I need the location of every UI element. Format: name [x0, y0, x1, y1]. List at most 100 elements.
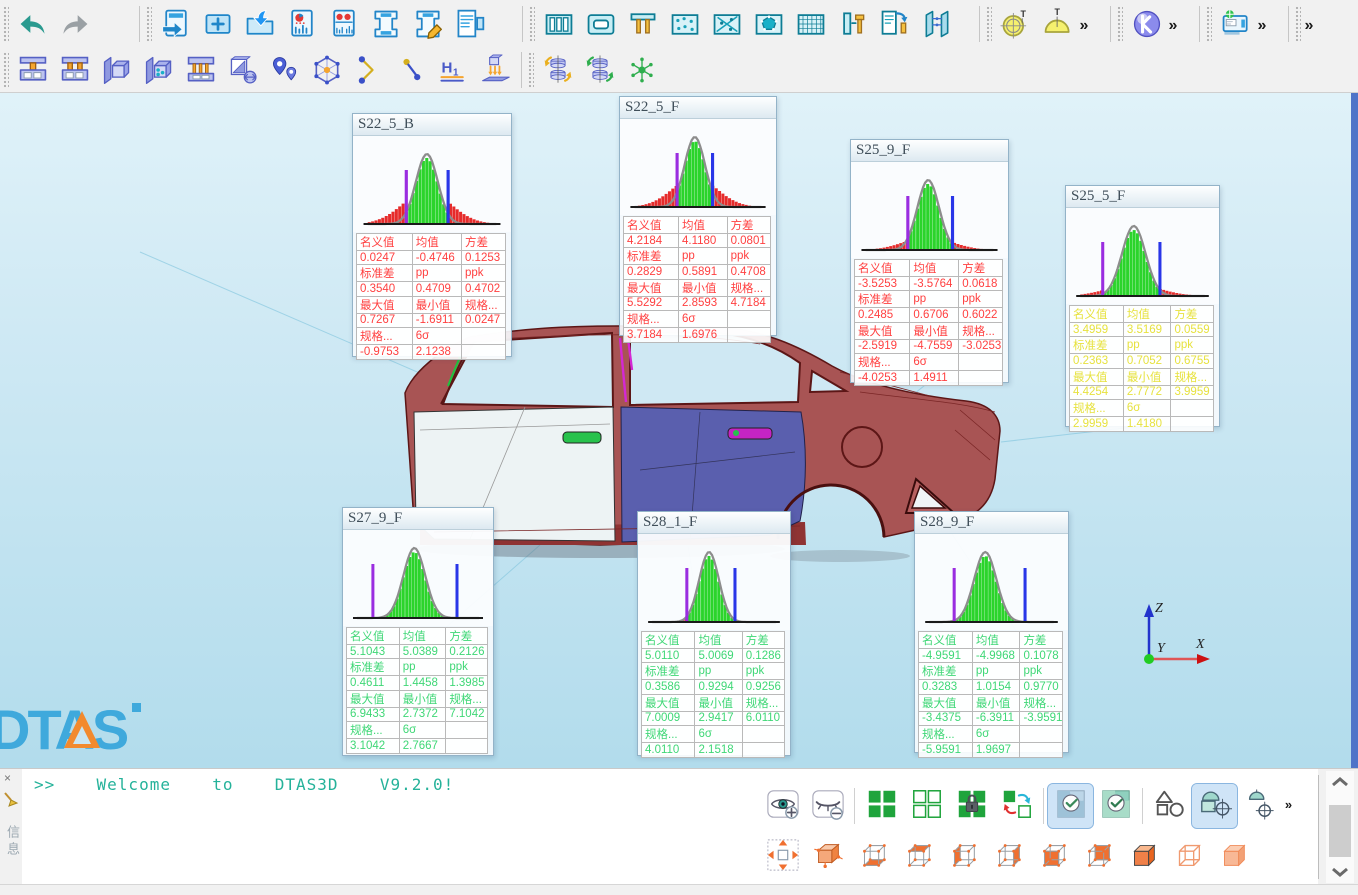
report-compare-button[interactable]: [323, 4, 365, 44]
clamp-single-button[interactable]: [12, 50, 54, 90]
rivet-button[interactable]: [832, 4, 874, 44]
viewport-right-strip[interactable]: [1351, 93, 1358, 768]
quad-green-button[interactable]: [859, 784, 904, 828]
more-button[interactable]: »: [1079, 4, 1105, 44]
cube-shaded-button[interactable]: [1210, 835, 1255, 879]
cube-dice-button[interactable]: [138, 50, 180, 90]
scroll-down-icon[interactable]: [1330, 865, 1350, 879]
more-button[interactable]: »: [1304, 4, 1330, 44]
cyl-rotate-green-button[interactable]: [579, 50, 621, 90]
toolbar-grip[interactable]: [146, 6, 152, 42]
instrument-button[interactable]: [1215, 4, 1257, 44]
cube-front-button[interactable]: [1030, 835, 1075, 879]
dome-target-button[interactable]: [1237, 784, 1282, 828]
quad-lock-button[interactable]: [949, 784, 994, 828]
polygon-face-button[interactable]: [748, 4, 790, 44]
undo-button[interactable]: [12, 4, 54, 44]
cube-iso-button[interactable]: [805, 835, 850, 879]
k-sphere-button[interactable]: [1126, 4, 1168, 44]
console-output[interactable]: >> Welcome to DTAS3D V9.2.0! »: [22, 769, 1318, 885]
toolbar-grip[interactable]: [528, 52, 534, 88]
clamp-double-button[interactable]: [54, 50, 96, 90]
toolbar-grip[interactable]: [529, 6, 535, 42]
cube-panel-button[interactable]: [96, 50, 138, 90]
template-edit-button[interactable]: [407, 4, 449, 44]
console-scrollbar[interactable]: [1326, 771, 1354, 883]
pan-arrows-button[interactable]: [760, 835, 805, 879]
quad-swap-button[interactable]: [994, 784, 1039, 828]
measurement-popup[interactable]: S27_9_F 名义值均值方差5.10435.03890.2126标准差pppp…: [342, 507, 494, 756]
tol-position-button[interactable]: T: [995, 4, 1037, 44]
panel-title[interactable]: S28_1_F: [638, 512, 790, 534]
shapes-target-button[interactable]: [1192, 784, 1237, 828]
viewport-3d[interactable]: Z Y X DTAS S22_5_B 名义值均值方差0.0247-0.47460…: [0, 93, 1358, 768]
cube-left-button[interactable]: [940, 835, 985, 879]
section-lines-button[interactable]: [706, 4, 748, 44]
measurement-popup[interactable]: S25_5_F 名义值均值方差3.49593.51690.0559标准差pppp…: [1065, 185, 1220, 427]
eye-show-button[interactable]: [760, 784, 805, 828]
toolbar-grip[interactable]: [1117, 6, 1123, 42]
model-export-button[interactable]: [155, 4, 197, 44]
template-button[interactable]: [365, 4, 407, 44]
toolbar-grip[interactable]: [986, 6, 992, 42]
cyl-rotate-yellow-button[interactable]: [537, 50, 579, 90]
eye-hide-button[interactable]: [805, 784, 850, 828]
form-list-button[interactable]: [449, 4, 491, 44]
measurement-popup[interactable]: S22_5_B 名义值均值方差0.0247-0.47460.1253标准差ppp…: [352, 113, 512, 357]
vector-line-button[interactable]: [390, 50, 432, 90]
cube-back-button[interactable]: [1075, 835, 1120, 879]
mesh-surface-button[interactable]: [790, 4, 832, 44]
cube-measure-button[interactable]: [222, 50, 264, 90]
panel-title[interactable]: S27_9_F: [343, 508, 493, 530]
toolbar-grip[interactable]: [3, 6, 9, 42]
toolbar-grip[interactable]: [3, 52, 9, 88]
shapes-button[interactable]: [1147, 784, 1192, 828]
clamp-pins-button[interactable]: [180, 50, 222, 90]
doc-rivet-button[interactable]: [874, 4, 916, 44]
report-button[interactable]: [281, 4, 323, 44]
model-new-button[interactable]: [197, 4, 239, 44]
panel-title[interactable]: S22_5_F: [620, 97, 776, 119]
tol-profile-button[interactable]: T: [1037, 4, 1079, 44]
extrude-box-button[interactable]: [538, 4, 580, 44]
cube-bottom-button[interactable]: [850, 835, 895, 879]
panel-title[interactable]: S28_9_F: [915, 512, 1068, 534]
frame-box-button[interactable]: [580, 4, 622, 44]
more-button[interactable]: »: [1257, 4, 1283, 44]
measurement-popup[interactable]: S28_9_F 名义值均值方差-4.9591-4.99680.1078标准差pp…: [914, 511, 1069, 753]
measurement-popup[interactable]: S22_5_F 名义值均值方差4.21844.11800.0801标准差pppp…: [619, 96, 777, 336]
console-tab-label[interactable]: 信息: [3, 825, 22, 859]
redo-button[interactable]: [54, 4, 96, 44]
points-plane-button[interactable]: [664, 4, 706, 44]
panel-title[interactable]: S25_9_F: [851, 140, 1008, 162]
cube-solid-button[interactable]: [1120, 835, 1165, 879]
model-open-button[interactable]: [239, 4, 281, 44]
stats-table: 名义值均值方差-4.9591-4.99680.1078标准差ppppk0.328…: [918, 631, 1063, 758]
tile-check-b-button[interactable]: [1093, 784, 1138, 828]
tile-check-a-button[interactable]: [1048, 784, 1093, 828]
pin-table-button[interactable]: [622, 4, 664, 44]
h1-datum-button[interactable]: H1: [432, 50, 474, 90]
toolbar-grip[interactable]: [1206, 6, 1212, 42]
cube-bottom-icon: [856, 838, 890, 877]
scroll-up-icon[interactable]: [1330, 775, 1350, 789]
more-button[interactable]: »: [1282, 784, 1308, 828]
cube-top-button[interactable]: [895, 835, 940, 879]
locate-pins-button[interactable]: [264, 50, 306, 90]
quad-outline-button[interactable]: [904, 784, 949, 828]
measurement-popup[interactable]: S25_9_F 名义值均值方差-3.5253-3.57640.0618标准差pp…: [850, 139, 1009, 383]
hex-network-button[interactable]: [306, 50, 348, 90]
panel-title[interactable]: S22_5_B: [353, 114, 511, 136]
close-icon[interactable]: ×: [4, 771, 11, 785]
scrollbar-thumb[interactable]: [1329, 805, 1351, 857]
more-button[interactable]: »: [1168, 4, 1194, 44]
cube-right-button[interactable]: [985, 835, 1030, 879]
planes-connect-button[interactable]: [916, 4, 958, 44]
cube-wire-button[interactable]: [1165, 835, 1210, 879]
star-network-button[interactable]: [621, 50, 663, 90]
vector-angle-button[interactable]: [348, 50, 390, 90]
panel-title[interactable]: S25_5_F: [1066, 186, 1219, 208]
clear-broom-icon[interactable]: [2, 791, 20, 814]
measurement-popup[interactable]: S28_1_F 名义值均值方差5.01105.00690.1286标准差pppp…: [637, 511, 791, 756]
gravity-cube-button[interactable]: [474, 50, 516, 90]
